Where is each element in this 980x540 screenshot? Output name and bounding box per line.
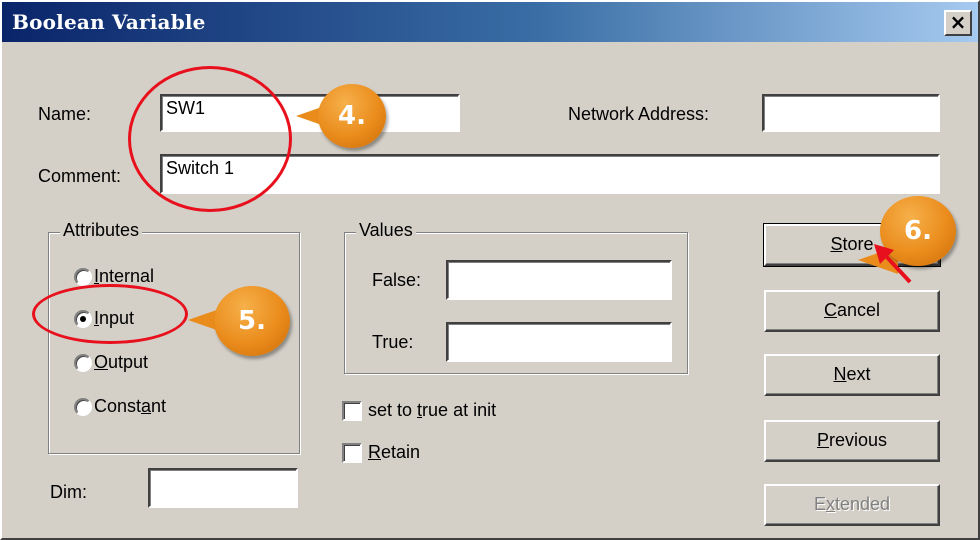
true-value-field[interactable] bbox=[446, 322, 672, 362]
previous-button[interactable]: Previous bbox=[764, 420, 940, 462]
extended-button[interactable]: Extended bbox=[764, 484, 940, 526]
red-arrow-pointer bbox=[874, 244, 912, 284]
cancel-button[interactable]: Cancel bbox=[764, 290, 940, 332]
set-true-at-init-box[interactable] bbox=[342, 400, 362, 421]
attributes-legend: Attributes bbox=[60, 220, 143, 241]
radio-output[interactable]: Output bbox=[74, 352, 148, 373]
highlight-ellipse-name-comment bbox=[128, 66, 292, 212]
retain-box[interactable] bbox=[342, 442, 362, 463]
network-address-label: Network Address: bbox=[568, 104, 710, 124]
retain-label: Retain bbox=[368, 442, 421, 462]
next-button-label: Next bbox=[833, 364, 871, 384]
false-label: False: bbox=[372, 270, 422, 290]
step-4-badge: 4. bbox=[318, 84, 386, 148]
extended-button-label: Extended bbox=[813, 494, 891, 514]
set-true-at-init-label: set to true at init bbox=[368, 400, 497, 420]
dim-field[interactable] bbox=[148, 468, 298, 508]
name-label: Name: bbox=[38, 104, 92, 124]
set-true-at-init-checkbox[interactable]: set to true at init bbox=[342, 400, 496, 421]
network-address-field[interactable] bbox=[762, 94, 940, 132]
cancel-button-label: Cancel bbox=[823, 300, 881, 320]
radio-output-indicator[interactable] bbox=[74, 353, 92, 372]
title-bar[interactable]: Boolean Variable × bbox=[2, 2, 978, 42]
false-value-field[interactable] bbox=[446, 260, 672, 300]
dim-label: Dim: bbox=[50, 482, 87, 502]
radio-constant-label: Constant bbox=[94, 396, 167, 416]
values-legend: Values bbox=[356, 220, 416, 241]
radio-internal-indicator[interactable] bbox=[74, 267, 92, 286]
window-title: Boolean Variable bbox=[12, 10, 206, 34]
highlight-ellipse-input bbox=[32, 284, 188, 344]
retain-checkbox[interactable]: Retain bbox=[342, 442, 420, 463]
close-icon: × bbox=[949, 10, 967, 34]
true-label: True: bbox=[372, 332, 414, 352]
comment-label: Comment: bbox=[38, 166, 122, 186]
previous-button-label: Previous bbox=[816, 430, 888, 450]
close-button[interactable]: × bbox=[944, 10, 972, 36]
radio-output-label: Output bbox=[94, 352, 149, 372]
dialog-window: Boolean Variable × Name: SW1 Network Add… bbox=[0, 0, 980, 540]
step-5-badge: 5. bbox=[214, 286, 290, 356]
radio-constant[interactable]: Constant bbox=[74, 396, 166, 417]
radio-constant-indicator[interactable] bbox=[74, 397, 92, 416]
next-button[interactable]: Next bbox=[764, 354, 940, 396]
